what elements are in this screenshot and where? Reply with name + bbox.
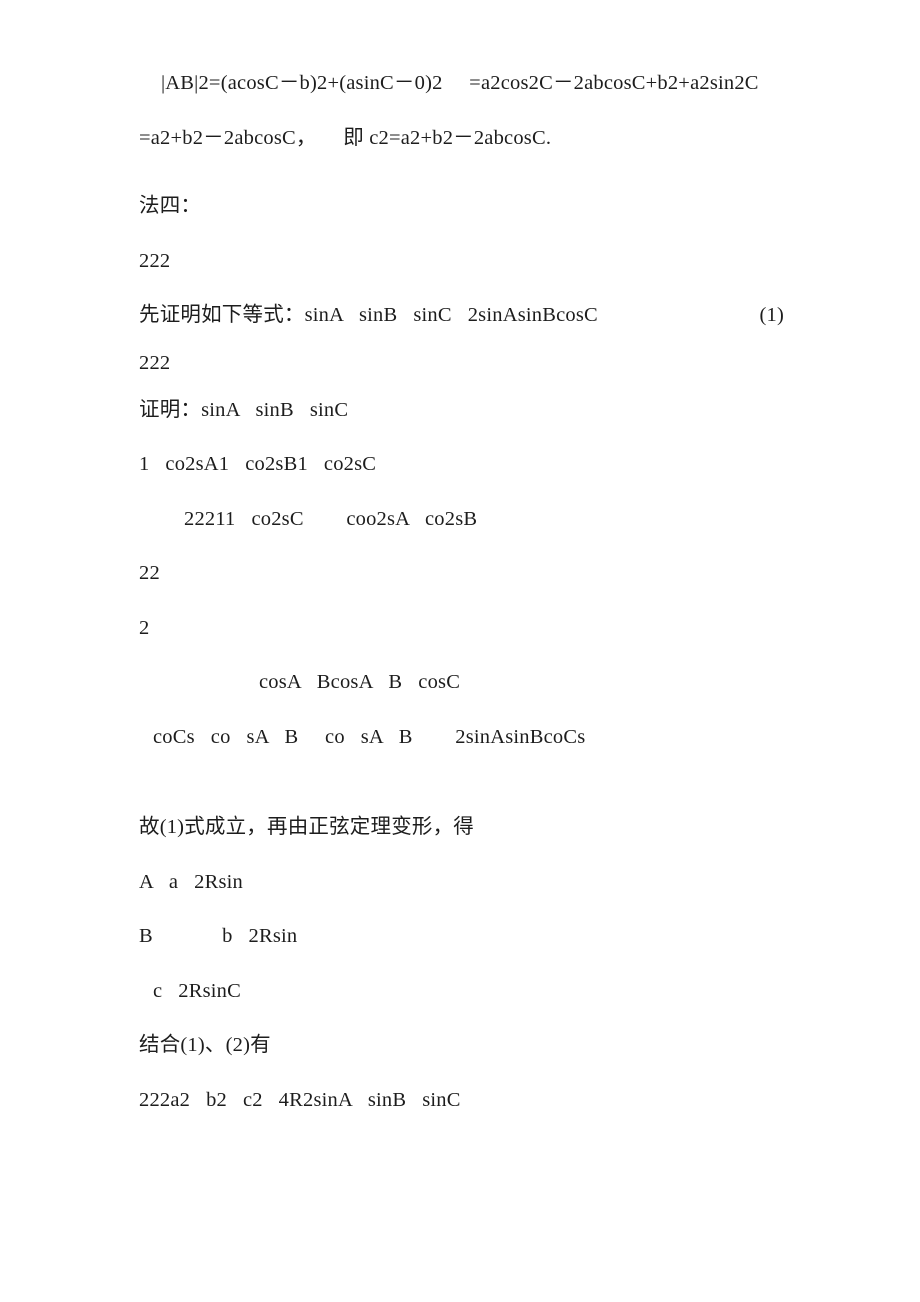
final-equation-line: 222a2 b2 c2 4R2sinA sinB sinC [139, 1088, 461, 1111]
proof-line-sines: 证明：sinA sinB sinC [139, 398, 349, 421]
sine-rule-line-c: c 2RsinC [153, 979, 241, 1002]
spacer-before-conclusion [139, 764, 784, 800]
fragment-22: 22 [139, 562, 160, 584]
proof-line-cocs: coCs co sA B co sA B 2sinAsinBcoCs [153, 725, 586, 748]
document-body: |AB|2=(acosC－b)2+(asinC－0)2 =a2cos2C－2ab… [139, 0, 784, 1127]
equation-line-law-of-cosines: =a2+b2－2abcosC， 即 c2=a2+b2－2abcosC. [139, 126, 552, 149]
combine-line: 结合(1)、(2)有 [139, 1034, 271, 1056]
superscript-fragment-222-a: 222 [139, 249, 171, 272]
fragment-2: 2 [139, 616, 150, 639]
proof-line-cos2-terms: 1 co2sA1 co2sB1 co2sC [139, 453, 377, 475]
document-page: |AB|2=(acosC－b)2+(asinC－0)2 =a2cos2C－2ab… [0, 0, 920, 1302]
spacer-before-method-four [139, 165, 784, 179]
sine-rule-line-a: A a 2Rsin [139, 870, 243, 893]
equation-number-1: (1) [759, 304, 784, 326]
superscript-fragment-222-b: 222 [139, 351, 171, 374]
proof-line-22211: 22211 co2sC coo2sA co2sB [184, 507, 478, 530]
identity-statement-text: 先证明如下等式：sinA sinB sinC 2sinAsinBcosC [139, 304, 598, 326]
sine-rule-line-b: B b 2Rsin [139, 925, 298, 947]
conclusion-line-sine-rule: 故(1)式成立，再由正弦定理变形，得 [139, 816, 475, 838]
heading-method-four: 法四： [139, 195, 202, 217]
proof-line-cos-products: cosA BcosA B cosC [259, 671, 461, 693]
identity-statement-row: 先证明如下等式：sinA sinB sinC 2sinAsinBcosC (1) [139, 288, 784, 343]
equation-line-ab-squared: |AB|2=(acosC－b)2+(asinC－0)2 =a2cos2C－2ab… [161, 72, 759, 94]
top-spacer [139, 0, 784, 56]
